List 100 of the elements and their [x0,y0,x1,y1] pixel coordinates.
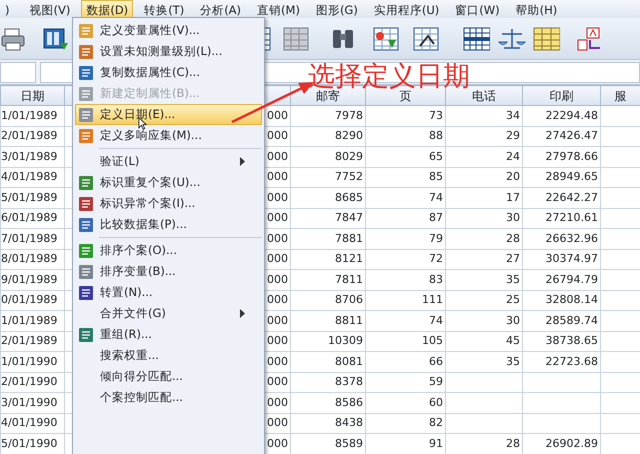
table-cell: 8/01/1989 [2,252,58,265]
table-cell: 000 [267,252,288,265]
table-cell: 66 [429,354,443,368]
menu-item[interactable]: 复制数据属性(C)... [75,62,262,83]
table-cell: 91 [429,436,443,450]
table-cell: 65 [429,150,443,162]
column-header: 服 [614,88,626,102]
data-grid-icon[interactable] [42,26,70,52]
table-cell: 85 [429,170,443,183]
table-cell: 000 [267,190,288,204]
cell-name-field[interactable] [0,62,36,83]
table-cell: 20 [506,170,520,183]
menu-item[interactable]: 设置未知测量级别(L)... [75,41,262,62]
table-cell: 9/01/1989 [2,272,58,286]
column-header: 印刷 [550,88,574,102]
menu-item[interactable]: 倾向得分匹配... [75,366,262,387]
table-cell: 7881 [335,232,363,244]
table-cell: 28 [506,232,520,244]
table-cell: 30 [506,211,520,224]
table-icon[interactable] [462,26,490,52]
menu-bar-item[interactable]: 实用程序(U) [368,0,444,18]
menu-item[interactable]: 排序变量(B)... [75,261,262,282]
column-header: 电话 [472,88,496,102]
menu-item[interactable]: 搜索权重... [75,345,262,366]
menu-item[interactable]: 个案控制匹配... [75,387,262,408]
menu-item-icon [78,44,94,60]
menu-item-icon [78,106,94,122]
menu-item[interactable]: 排序个案(O)... [75,240,262,261]
menu-item-icon [78,86,94,102]
table-cell: 32808.14 [546,293,598,306]
table-cell: 22723.68 [546,354,598,368]
table-cell: 5/01/1990 [2,436,58,450]
menu-item-icon [78,326,94,342]
menu-bar-item[interactable]: ) [0,0,14,18]
table-cell: 111 [422,293,443,306]
table-cell: 7752 [335,170,363,183]
table-cell: 79 [429,232,443,244]
menu-item[interactable]: 定义变量属性(V)... [75,20,262,41]
submenu-arrow-icon [240,309,245,318]
menu-item[interactable]: 定义日期(E)... [75,104,262,125]
menu-bar-item[interactable]: 窗口(W) [450,0,505,18]
table-cell: 27210.61 [546,211,598,224]
table-cell: 87 [429,211,443,224]
table-cell: 28 [506,436,520,450]
table-cell: 45 [506,334,520,347]
table-cell: 28949.65 [546,170,598,183]
table-cell: 59 [429,375,443,388]
table-cell: 82 [429,416,443,429]
grid-star-icon[interactable] [372,26,400,52]
table-cell: 8438 [335,416,363,429]
table-cell: 8685 [335,190,363,204]
menu-item[interactable]: 标识异常个案(I)... [75,193,262,214]
spreadsheet-icon[interactable] [532,26,560,52]
menu-item[interactable]: 比较数据集(P)... [75,214,262,235]
table-cell: 22642.27 [546,190,598,204]
menu-bar-item[interactable]: 视图(V) [24,0,76,18]
table-cell: 5/01/1989 [2,190,58,204]
table-cell: 7/01/1989 [2,232,58,244]
menu-bar-item[interactable]: 数据(D) [81,0,134,18]
table-cell: 000 [267,416,288,429]
table-cell: 60 [429,396,443,408]
menu-item-icon [78,196,94,212]
table-cell: 4/01/1989 [2,170,58,183]
table-cell: 72 [429,252,443,265]
menu-item[interactable]: 合并文件(G) [75,303,262,324]
table-cell: 8290 [335,129,363,142]
table-cell: 000 [267,211,288,224]
table-cell: 000 [267,272,288,286]
table-cell: 30374.97 [546,252,598,265]
table-cell: 22294.48 [546,108,598,122]
table-cell: 000 [267,436,288,450]
table-cell: 7978 [335,108,363,122]
menu-item[interactable]: 标识重复个案(U)... [75,172,262,193]
table-cell: 000 [267,293,288,306]
table-cell: 1/01/1989 [2,314,58,326]
menu-item[interactable]: 转置(N)... [75,282,262,303]
table-cell: 000 [267,354,288,368]
menu-item[interactable]: 重组(R)... [75,324,262,345]
table-cell: 2/01/1989 [2,129,58,142]
menu-bar-item[interactable]: 帮助(H) [510,0,562,18]
menu-bar-item[interactable]: 图形(G) [310,0,363,18]
table-cell: 26794.79 [546,272,598,286]
table-cell: 8811 [335,314,363,326]
table-cell: 0/01/1989 [2,293,58,306]
table-cell: 000 [267,334,288,347]
table-cell: 74 [429,314,443,326]
table-cell: 6/01/1989 [2,211,58,224]
table-cell: 88 [429,129,443,142]
table-cell: 000 [267,396,288,408]
column-header: 日期 [20,88,44,102]
menu-item-icon [78,264,94,280]
table-cell: 28589.74 [546,314,598,326]
table-cell: 27426.47 [546,129,598,142]
menu-bar-item[interactable]: 直销(M) [252,0,305,18]
menu-item-icon [78,64,94,80]
table-cell: 8029 [335,150,363,162]
menu-bar-item[interactable]: 分析(A) [195,0,246,18]
menu-item-icon [78,242,94,258]
menu-item[interactable]: 验证(L) [75,151,262,172]
menu-bar-item[interactable]: 转换(T) [139,0,190,18]
